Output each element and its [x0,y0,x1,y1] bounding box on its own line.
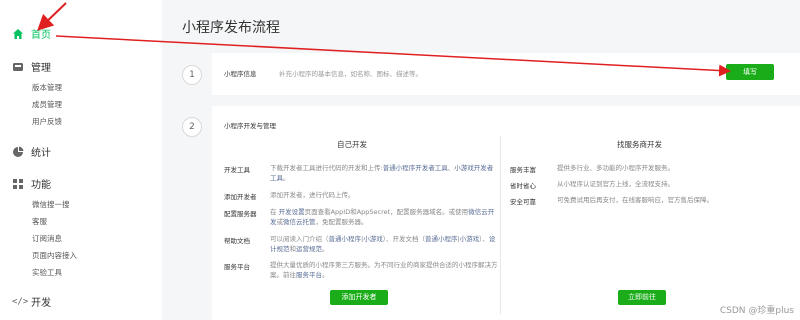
sidebar-subitem-version[interactable]: 版本管理 [32,82,62,93]
sidebar-subitem-members[interactable]: 成员管理 [32,99,62,110]
row-text: 提供大量优质的小程序第三方服务。为不同行业的商家提供合适的小程序解决方案。前往服… [270,261,498,279]
sidebar-item-dev[interactable]: </> 开发 [12,294,51,310]
self-dev-heading: 自己开发 [337,140,367,149]
sidebar-item-stats[interactable]: 统计 [12,144,51,159]
row-text: 添加开发者，进行代码上传。 [270,191,355,199]
watermark: CSDN @珍重plus [719,306,794,316]
row-text: 在 开发设置页面查看AppID和AppSecret，配置服务器域名。或使用微信云… [270,208,495,226]
step-card-dev: 小程序开发与管理 自己开发 开发工具 下载开发者工具进行代码的开发和上传:普通小… [212,106,800,320]
step-label: 小程序信息 [224,70,257,78]
row-text: 可免费试用后再支付，在线客服响应，官方售后保障。 [557,196,713,204]
pie-chart-icon [12,146,24,158]
step-number: 1 [182,65,202,85]
sidebar-item-label: 首页 [31,30,51,41]
dev-tool-link[interactable]: 普通小程序开发者工具 [383,164,448,172]
sidebar-item-label: 管理 [31,63,51,74]
ops-spec-link[interactable]: 运营规范 [296,245,322,253]
row-text: 下载开发者工具进行代码的开发和上传:普通小程序开发者工具、小游戏开发者工具。 [270,164,494,182]
sidebar-item-label: 开发 [31,298,51,309]
row-label: 服务丰富 [510,166,536,174]
row-label: 开发工具 [224,166,250,174]
sidebar-item-label: 功能 [31,180,51,191]
row-label: 配置服务器 [224,210,257,218]
sidebar-subitem-experiment[interactable]: 实验工具 [32,267,62,278]
row-label: 帮助文档 [224,237,250,245]
sidebar-subitem-service[interactable]: 客服 [32,216,47,227]
row-text: 从小程序认证到官方上线，全流程支持。 [557,180,674,188]
column-divider [500,136,501,314]
step-label: 小程序开发与管理 [224,122,276,130]
row-text: 提供多行业、多功能的小程序开发服务。 [557,164,674,172]
step-description: 补充小程序的基本信息，如名称、图标、描述等。 [279,70,422,78]
fill-info-button[interactable]: 填写 [726,64,774,80]
cloud-host-link[interactable]: 微信云托管 [283,218,316,226]
inbox-icon [12,61,24,73]
service-platform-link[interactable]: 服务平台 [296,271,322,279]
sidebar-item-features[interactable]: 功能 [12,176,51,191]
dev-settings-link[interactable]: 开发设置 [279,208,305,216]
go-now-button[interactable]: 立即前往 [618,290,666,305]
sidebar: 首页 管理 版本管理 成员管理 用户反馈 统计 功能 微信搜一搜 客服 订阅消息… [0,0,162,320]
step-number: 2 [182,117,202,137]
sidebar-item-manage[interactable]: 管理 [12,59,51,74]
sidebar-item-label: 统计 [31,148,51,159]
sidebar-subitem-subscribe[interactable]: 订阅消息 [32,233,62,244]
code-icon: </> [12,296,29,307]
row-label: 服务平台 [224,263,250,271]
grid-icon [12,178,24,190]
row-label: 安全可靠 [510,198,536,206]
row-text: 可以阅读入门介绍（普通小程序|小游戏）、开发文档（普通小程序|小游戏）、设计规范… [270,235,496,253]
page-title: 小程序发布流程 [182,20,280,36]
add-developer-button[interactable]: 添加开发者 [330,290,388,305]
step-card-info: 小程序信息 补充小程序的基本信息，如名称、图标、描述等。 填写 [212,53,800,95]
row-label: 省时省心 [510,182,536,190]
vendor-dev-heading: 找服务商开发 [617,140,662,149]
docs-game-link[interactable]: 小游戏 [460,235,480,243]
intro-mp-link[interactable]: 普通小程序 [329,235,362,243]
sidebar-subitem-feedback[interactable]: 用户反馈 [32,116,62,127]
sidebar-subitem-search[interactable]: 微信搜一搜 [32,199,70,210]
sidebar-item-home[interactable]: 首页 [12,26,51,41]
main-content: 小程序发布流程 1 小程序信息 补充小程序的基本信息，如名称、图标、描述等。 填… [162,0,800,320]
home-icon [12,28,24,40]
docs-mp-link[interactable]: 普通小程序 [425,235,458,243]
sidebar-subitem-content[interactable]: 页面内容接入 [32,250,77,261]
row-label: 添加开发者 [224,193,257,201]
intro-game-link[interactable]: 小游戏 [363,235,383,243]
